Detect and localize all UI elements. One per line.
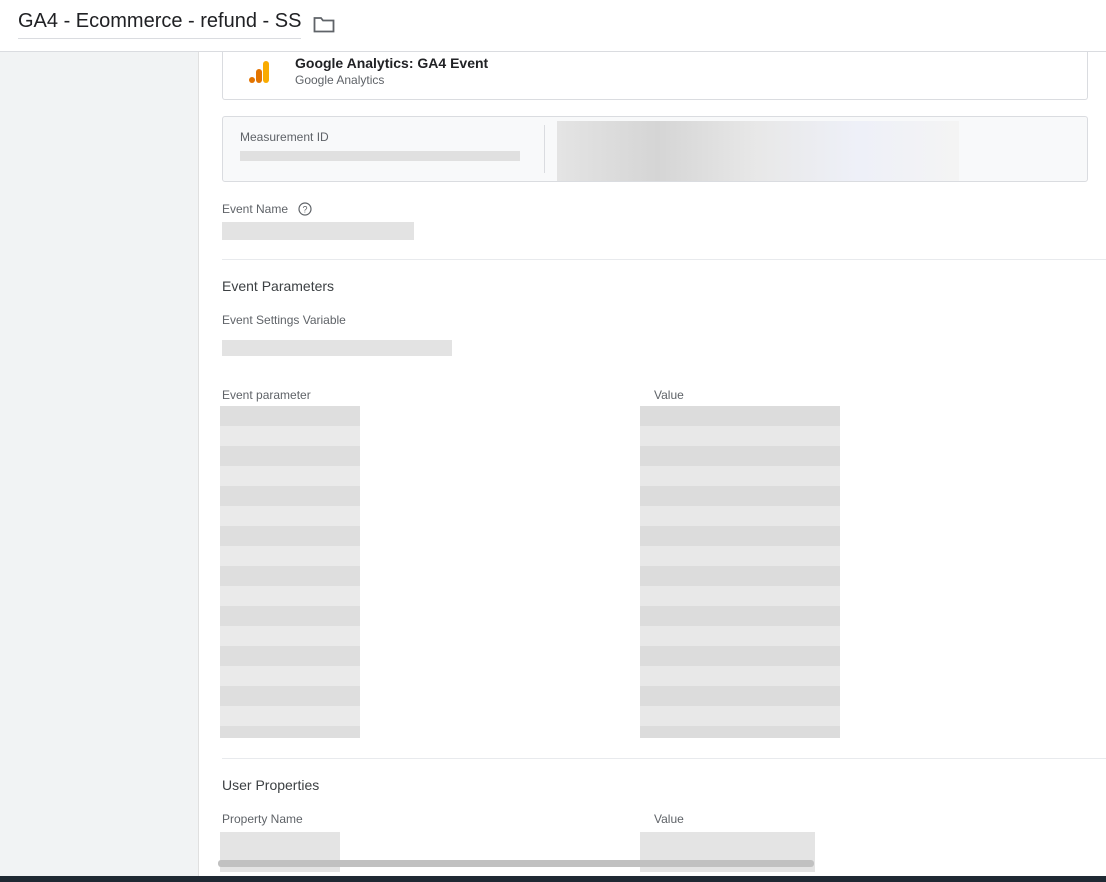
event-name-value-redacted [222,222,414,240]
column-header-value: Value [654,388,684,402]
tag-title[interactable]: GA4 - Ecommerce - refund - SS [18,8,302,39]
measurement-id-box: Measurement ID [222,116,1088,182]
sidebar [0,52,199,882]
column-header-property-value: Value [654,812,684,826]
field-divider [544,125,545,173]
event-parameters-title: Event Parameters [222,278,335,294]
folder-icon[interactable] [313,15,335,33]
tag-type-name: Google Analytics: GA4 Event [295,55,489,71]
top-bar: GA4 - Ecommerce - refund - SS [0,0,1106,52]
tag-type-vendor: Google Analytics [295,73,385,87]
event-settings-variable-redacted [222,340,452,356]
redacted-field [557,121,959,181]
event-name-label: Event Name [222,202,289,216]
title-wrap: GA4 - Ecommerce - refund - SS [18,8,335,39]
event-parameter-names-redacted [220,406,360,738]
column-header-parameter: Event parameter [222,388,311,402]
divider-1 [222,259,1106,260]
measurement-id-label: Measurement ID [240,130,329,144]
measurement-id-value-redacted [240,151,520,161]
tag-config-panel: Google Analytics: GA4 Event Google Analy… [199,52,1106,882]
svg-text:?: ? [302,205,307,215]
horizontal-scrollbar[interactable] [218,860,814,867]
user-properties-title: User Properties [222,777,320,793]
event-settings-variable-label: Event Settings Variable [222,313,346,327]
event-parameter-values-redacted [640,406,840,738]
help-circle-icon[interactable]: ? [298,202,312,216]
tag-type-card[interactable]: Google Analytics: GA4 Event Google Analy… [222,52,1088,100]
divider-2 [222,758,1106,759]
column-header-property-name: Property Name [222,812,303,826]
google-analytics-icon [249,61,269,83]
taskbar-strip [0,876,1106,882]
